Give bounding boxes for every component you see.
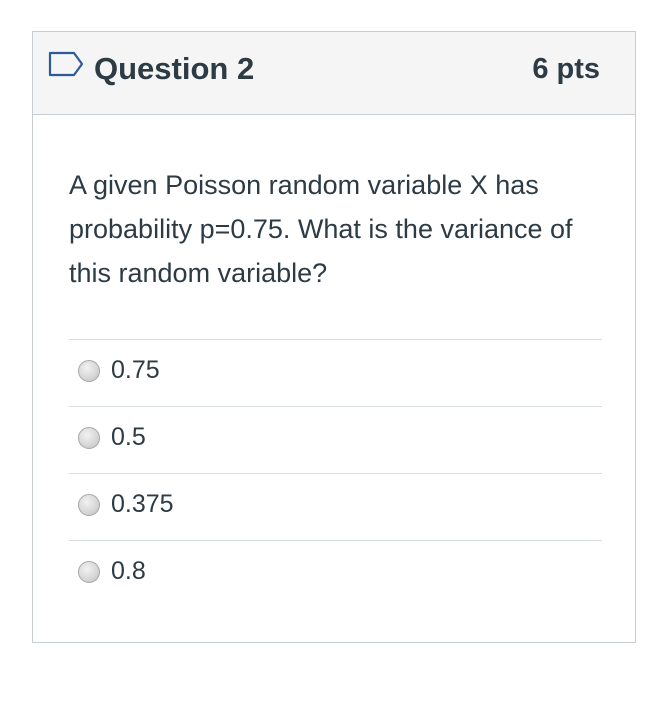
answer-option[interactable]: 0.5	[69, 406, 602, 473]
question-points: 6 pts	[532, 53, 600, 85]
answer-list: 0.75 0.5 0.375 0.8	[69, 339, 602, 607]
answer-option[interactable]: 0.75	[69, 339, 602, 406]
radio-button[interactable]	[78, 494, 100, 516]
radio-button[interactable]	[78, 360, 100, 382]
question-text: A given Poisson random variable X has pr…	[69, 170, 573, 288]
answer-label: 0.375	[111, 490, 174, 518]
radio-button[interactable]	[78, 561, 100, 583]
radio-button[interactable]	[78, 427, 100, 449]
answer-label: 0.8	[111, 557, 146, 585]
flag-question-icon[interactable]	[48, 51, 86, 77]
answer-option[interactable]: 0.8	[69, 540, 602, 607]
answer-option[interactable]: 0.375	[69, 473, 602, 540]
question-card: Question 2 6 pts A given Poisson random …	[32, 31, 636, 643]
question-title: Question 2	[94, 51, 255, 86]
answer-label: 0.75	[111, 356, 160, 384]
answer-label: 0.5	[111, 423, 146, 451]
question-header: Question 2 6 pts	[33, 32, 635, 115]
